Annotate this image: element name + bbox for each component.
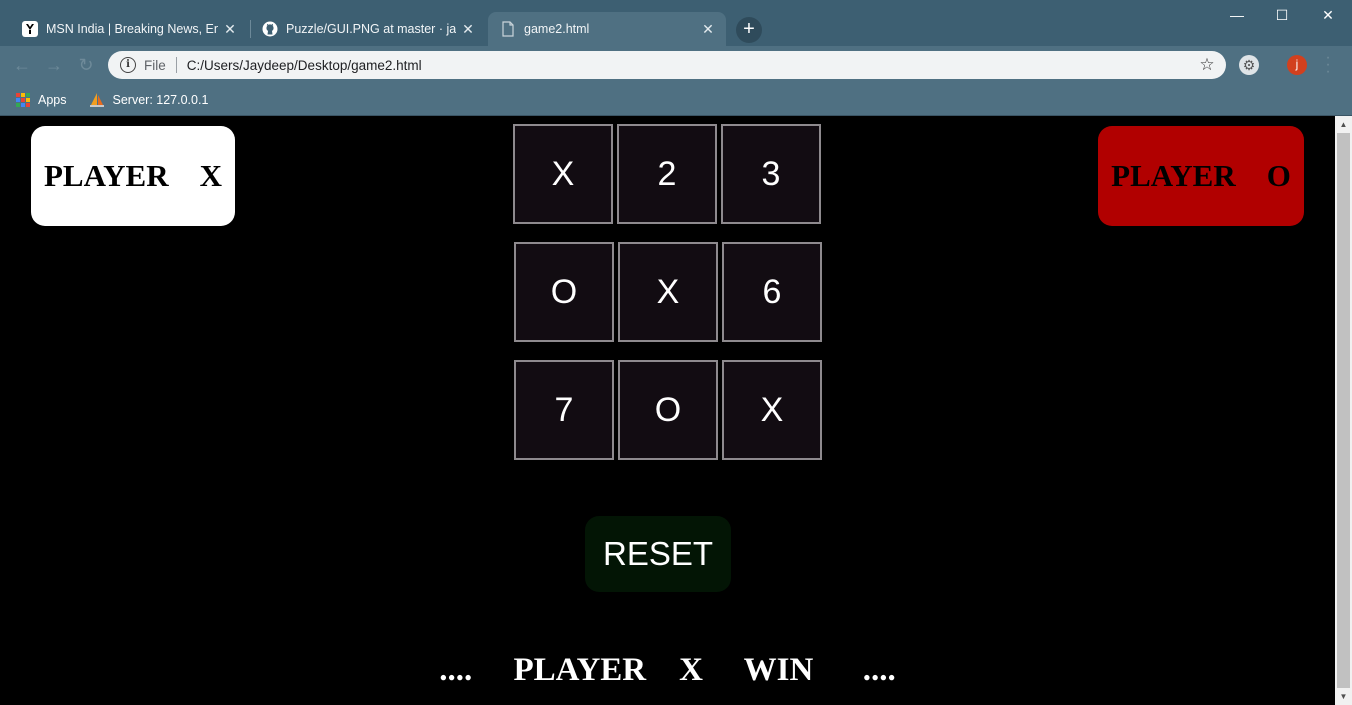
info-icon[interactable]: i	[120, 57, 136, 73]
github-favicon-icon	[262, 21, 278, 37]
board-cell-7[interactable]: 7	[514, 360, 614, 460]
tab-close-icon[interactable]: ✕	[456, 21, 480, 38]
tab-close-icon[interactable]: ✕	[696, 21, 720, 38]
tab-close-icon[interactable]: ✕	[218, 21, 242, 38]
reload-icon[interactable]: ↻	[76, 55, 96, 75]
back-arrow-icon[interactable]: ←	[12, 55, 32, 75]
address-url[interactable]: C:/Users/Jaydeep/Desktop/game2.html	[187, 58, 1196, 73]
browser-toolbar: ← → ↻ i File C:/Users/Jaydeep/Desktop/ga…	[0, 46, 1352, 84]
bookmark-apps[interactable]: Apps	[16, 92, 67, 107]
board-cell-9[interactable]: X	[722, 360, 822, 460]
board-cell-2[interactable]: 2	[617, 124, 717, 224]
board-cell-6[interactable]: 6	[722, 242, 822, 342]
bookmarks-bar: Apps Server: 127.0.0.1	[0, 84, 1352, 116]
tab-github[interactable]: Puzzle/GUI.PNG at master · jaydi ✕	[250, 12, 486, 46]
page-scrollbar[interactable]: ▲ ▼	[1335, 116, 1352, 705]
msn-favicon-icon	[22, 21, 38, 37]
address-bar[interactable]: i File C:/Users/Jaydeep/Desktop/game2.ht…	[108, 51, 1226, 79]
close-window-icon[interactable]: ✕	[1305, 0, 1351, 30]
maximize-icon[interactable]: ☐	[1259, 0, 1305, 30]
reset-button[interactable]: RESET	[585, 516, 731, 592]
board-cell-1[interactable]: X	[513, 124, 613, 224]
tab-title: game2.html	[524, 22, 590, 36]
gear-extension-icon[interactable]: ⚙	[1239, 55, 1259, 75]
player-x-card: PLAYER X	[31, 126, 235, 226]
new-tab-button[interactable]: +	[736, 17, 762, 43]
scroll-thumb[interactable]	[1337, 133, 1350, 688]
forward-arrow-icon[interactable]: →	[44, 55, 64, 75]
tab-msn[interactable]: MSN India | Breaking News, Ente ✕	[10, 12, 248, 46]
server-sail-icon	[89, 92, 104, 107]
document-icon	[502, 21, 514, 37]
tab-title: Puzzle/GUI.PNG at master · jaydi	[286, 22, 456, 36]
bookmark-label: Server: 127.0.0.1	[112, 92, 209, 107]
scroll-up-arrow-icon[interactable]: ▲	[1335, 116, 1352, 133]
address-scheme-label: File	[144, 57, 166, 73]
address-divider	[175, 57, 177, 73]
bookmark-label: Apps	[38, 92, 67, 107]
bookmark-star-icon[interactable]: ☆	[1196, 55, 1218, 75]
tab-title: MSN India | Breaking News, Ente	[46, 22, 218, 36]
scroll-down-arrow-icon[interactable]: ▼	[1335, 688, 1352, 705]
board-cell-5[interactable]: X	[618, 242, 718, 342]
player-o-card: PLAYER O	[1098, 126, 1304, 226]
board-cell-3[interactable]: 3	[721, 124, 821, 224]
board-cell-4[interactable]: O	[514, 242, 614, 342]
minimize-icon[interactable]: —	[1214, 0, 1260, 30]
page-viewport: PLAYER X PLAYER O X 2 3 O X 6 7 O X RESE…	[0, 116, 1335, 705]
game-status-message: .... PLAYER X WIN ....	[439, 651, 896, 688]
profile-avatar[interactable]: j	[1287, 55, 1307, 75]
browser-title-bar: MSN India | Breaking News, Ente ✕ Puzzle…	[0, 0, 1352, 46]
board-cell-8[interactable]: O	[618, 360, 718, 460]
apps-grid-icon	[16, 92, 30, 107]
browser-menu-icon[interactable]: · · ·	[1320, 50, 1336, 80]
bookmark-server[interactable]: Server: 127.0.0.1	[89, 92, 209, 108]
tab-game2[interactable]: game2.html ✕	[488, 12, 726, 46]
